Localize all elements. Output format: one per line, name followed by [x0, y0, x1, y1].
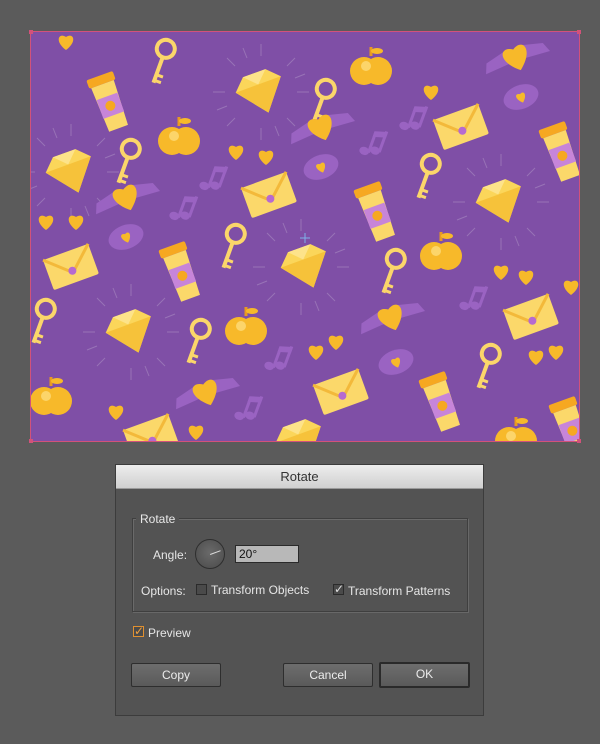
- dialog-title: Rotate: [116, 465, 483, 489]
- preview-checkbox[interactable]: [133, 624, 144, 638]
- cancel-button[interactable]: Cancel: [283, 663, 373, 687]
- copy-button[interactable]: Copy: [131, 663, 221, 687]
- artboard-corner-handle: [29, 439, 33, 443]
- artboard-corner-handle: [577, 30, 581, 34]
- angle-input[interactable]: 20°: [235, 545, 299, 563]
- transform-objects-checkbox[interactable]: [196, 584, 207, 595]
- transform-patterns-label[interactable]: Transform Patterns: [348, 584, 450, 598]
- angle-dial[interactable]: [195, 539, 225, 569]
- angle-dial-needle: [210, 550, 221, 555]
- artboard-corner-handle: [29, 30, 33, 34]
- transform-patterns-checkbox[interactable]: [333, 582, 344, 596]
- preview-label[interactable]: Preview: [148, 626, 191, 640]
- ok-button[interactable]: OK: [379, 662, 470, 688]
- angle-label: Angle:: [153, 548, 188, 562]
- options-label: Options:: [141, 584, 186, 598]
- rotate-dialog: Rotate Rotate Angle: 20° Options: Transf…: [115, 464, 484, 716]
- artboard-canvas[interactable]: [31, 32, 579, 441]
- rotate-group-label: Rotate: [136, 512, 180, 526]
- pattern-artwork: [31, 35, 579, 441]
- transform-objects-label[interactable]: Transform Objects: [211, 583, 309, 597]
- artboard-corner-handle: [577, 439, 581, 443]
